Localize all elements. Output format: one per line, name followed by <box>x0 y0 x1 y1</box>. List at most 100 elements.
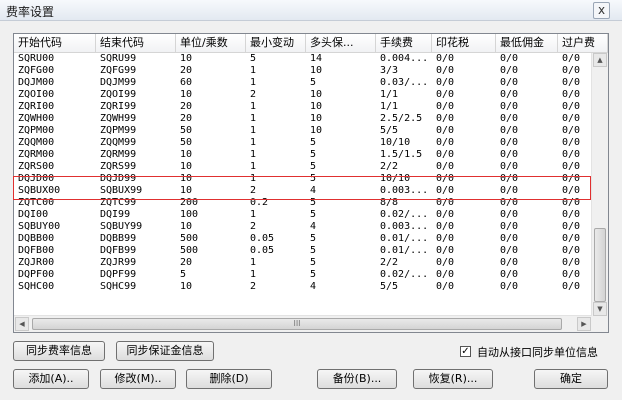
table-cell: DQJM00 <box>18 77 55 88</box>
table-cell: 0/0 <box>500 233 519 244</box>
table-cell: 100 <box>180 209 199 220</box>
column-header[interactable]: 最低佣金 <box>496 34 558 52</box>
table-cell: 2 <box>250 89 257 100</box>
vertical-scrollbar[interactable]: ▲ ▼ <box>591 53 608 316</box>
table-cell: 1 <box>250 77 257 88</box>
table-cell: 0/0 <box>436 257 455 268</box>
table-row[interactable]: DQJM00 DQJM99 60 1 5 0.03/... 0/0 0/0 0/0 <box>14 77 592 89</box>
add-button[interactable]: 添加(A).. <box>13 369 89 389</box>
table-cell: 1 <box>250 257 257 268</box>
close-icon[interactable]: x <box>593 2 610 19</box>
table-cell: 2/2 <box>380 161 399 172</box>
sync-margin-button[interactable]: 同步保证金信息 <box>116 341 214 361</box>
table-row[interactable]: SQRU00 SQRU99 10 5 14 0.004... 0/0 0/0 0/0 <box>14 53 592 65</box>
column-header[interactable]: 开始代码 <box>14 34 96 52</box>
vertical-scroll-thumb[interactable] <box>594 228 606 302</box>
table-row[interactable]: ZQQM00 ZQQM99 50 1 5 10/10 0/0 0/0 0/0 <box>14 137 592 149</box>
table-cell: 0/0 <box>436 161 455 172</box>
table-cell: 1 <box>250 65 257 76</box>
table-cell: DQPF00 <box>18 269 55 280</box>
column-header[interactable]: 手续费 <box>376 34 432 52</box>
scroll-down-icon[interactable]: ▼ <box>593 302 607 316</box>
auto-sync-label: 自动从接口同步单位信息 <box>477 346 598 359</box>
table-row[interactable]: ZQWH00 ZQWH99 20 1 10 2.5/2.5 0/0 0/0 0/0 <box>14 113 592 125</box>
restore-button[interactable]: 恢复(R)... <box>413 369 493 389</box>
modify-button[interactable]: 修改(M).. <box>100 369 176 389</box>
table-cell: 5 <box>310 269 317 280</box>
table-cell: DQBB00 <box>18 233 55 244</box>
table-cell: 0/0 <box>436 125 455 136</box>
table-cell: 2/2 <box>380 257 399 268</box>
column-header[interactable]: 过户费 <box>558 34 608 52</box>
auto-sync-checkbox[interactable]: ✓ <box>460 346 471 357</box>
scroll-up-icon[interactable]: ▲ <box>593 53 607 67</box>
table-cell: 0/0 <box>500 221 519 232</box>
table-cell: 0/0 <box>436 77 455 88</box>
table-row[interactable]: SQHC00 SQHC99 10 2 4 5/5 0/0 0/0 0/0 <box>14 281 592 293</box>
column-header[interactable]: 多头保... <box>306 34 376 52</box>
table-row[interactable]: ZQRS00 ZQRS99 10 1 5 2/2 0/0 0/0 0/0 <box>14 161 592 173</box>
table-cell: ZQOI99 <box>100 89 137 100</box>
table-cell: 5/5 <box>380 125 399 136</box>
table-cell: 1/1 <box>380 101 399 112</box>
table-cell: 10/10 <box>380 137 411 148</box>
title-bar: 费率设置 x <box>0 0 622 21</box>
table-cell: 0/0 <box>436 281 455 292</box>
table-cell: 0/0 <box>436 113 455 124</box>
horizontal-scrollbar[interactable]: ◀ III ▶ <box>14 315 592 332</box>
table-cell: 0/0 <box>500 161 519 172</box>
ok-button[interactable]: 确定 <box>534 369 608 389</box>
scroll-right-icon[interactable]: ▶ <box>577 317 591 331</box>
table-cell: 2 <box>250 281 257 292</box>
table-cell: SQBUY00 <box>18 221 61 232</box>
table-row[interactable]: DQI00 DQI99 100 1 5 0.02/... 0/0 0/0 0/0 <box>14 209 592 221</box>
scroll-left-icon[interactable]: ◀ <box>15 317 29 331</box>
column-header[interactable]: 印花税 <box>432 34 496 52</box>
table-cell: ZQQM00 <box>18 137 55 148</box>
table-row[interactable]: SQBUY00 SQBUY99 10 2 4 0.003... 0/0 0/0 0/0 <box>14 221 592 233</box>
table-row[interactable]: DQPF00 DQPF99 5 1 5 0.02/... 0/0 0/0 0/0 <box>14 269 592 281</box>
delete-button[interactable]: 删除(D) <box>186 369 272 389</box>
table-cell: 0/0 <box>500 77 519 88</box>
table-row[interactable]: ZQRI00 ZQRI99 20 1 10 1/1 0/0 0/0 0/0 <box>14 101 592 113</box>
table-row[interactable]: ZQRM00 ZQRM99 10 1 5 1.5/1.5 0/0 0/0 0/0 <box>14 149 592 161</box>
horizontal-scroll-thumb[interactable]: III <box>32 318 562 330</box>
table-cell: 1/1 <box>380 89 399 100</box>
table-cell: ZQWH99 <box>100 113 137 124</box>
table-cell: DQI99 <box>100 209 131 220</box>
table-cell: 0/0 <box>500 281 519 292</box>
table-cell: 5/5 <box>380 281 399 292</box>
table-row[interactable]: ZQFG00 ZQFG99 20 1 10 3/3 0/0 0/0 0/0 <box>14 65 592 77</box>
table-row[interactable]: DQBB00 DQBB99 500 0.05 5 0.01/... 0/0 0/0 0/0 <box>14 233 592 245</box>
table-cell: 3/3 <box>380 65 399 76</box>
sync-fee-button[interactable]: 同步费率信息 <box>13 341 105 361</box>
table-cell: 5 <box>310 257 317 268</box>
table-cell: SQRU00 <box>18 53 55 64</box>
table-cell: 10 <box>310 101 323 112</box>
table-cell: ZQRM00 <box>18 149 55 160</box>
table-cell: 0/0 <box>500 65 519 76</box>
column-header[interactable]: 最小变动 <box>246 34 306 52</box>
table-cell: 0/0 <box>436 149 455 160</box>
table-row[interactable]: ZQOI00 ZQOI99 10 2 10 1/1 0/0 0/0 0/0 <box>14 89 592 101</box>
window-title: 费率设置 <box>6 5 55 19</box>
table-row[interactable]: ZQPM00 ZQPM99 50 1 10 5/5 0/0 0/0 0/0 <box>14 125 592 137</box>
column-header[interactable]: 单位/乘数 <box>176 34 246 52</box>
table-cell: ZQWH00 <box>18 113 55 124</box>
table-cell: 20 <box>180 257 193 268</box>
table-cell: 500 <box>180 233 199 244</box>
table-cell: ZQRI99 <box>100 101 137 112</box>
backup-button[interactable]: 备份(B)... <box>317 369 397 389</box>
table-cell: DQJM99 <box>100 77 137 88</box>
table-cell: 0.01/... <box>380 245 429 256</box>
column-header[interactable]: 结束代码 <box>96 34 176 52</box>
table-cell: 0/0 <box>500 53 519 64</box>
table-cell: ZQJR99 <box>100 257 137 268</box>
table-cell: 10 <box>180 161 193 172</box>
table-cell: ZQRS00 <box>18 161 55 172</box>
table-row[interactable]: DQFB00 DQFB99 500 0.05 5 0.01/... 0/0 0/0 0/0 <box>14 245 592 257</box>
table-cell: 50 <box>180 125 193 136</box>
table-row[interactable]: ZQJR00 ZQJR99 20 1 5 2/2 0/0 0/0 0/0 <box>14 257 592 269</box>
table-cell: DQFB99 <box>100 245 137 256</box>
table-cell: ZQQM99 <box>100 137 137 148</box>
